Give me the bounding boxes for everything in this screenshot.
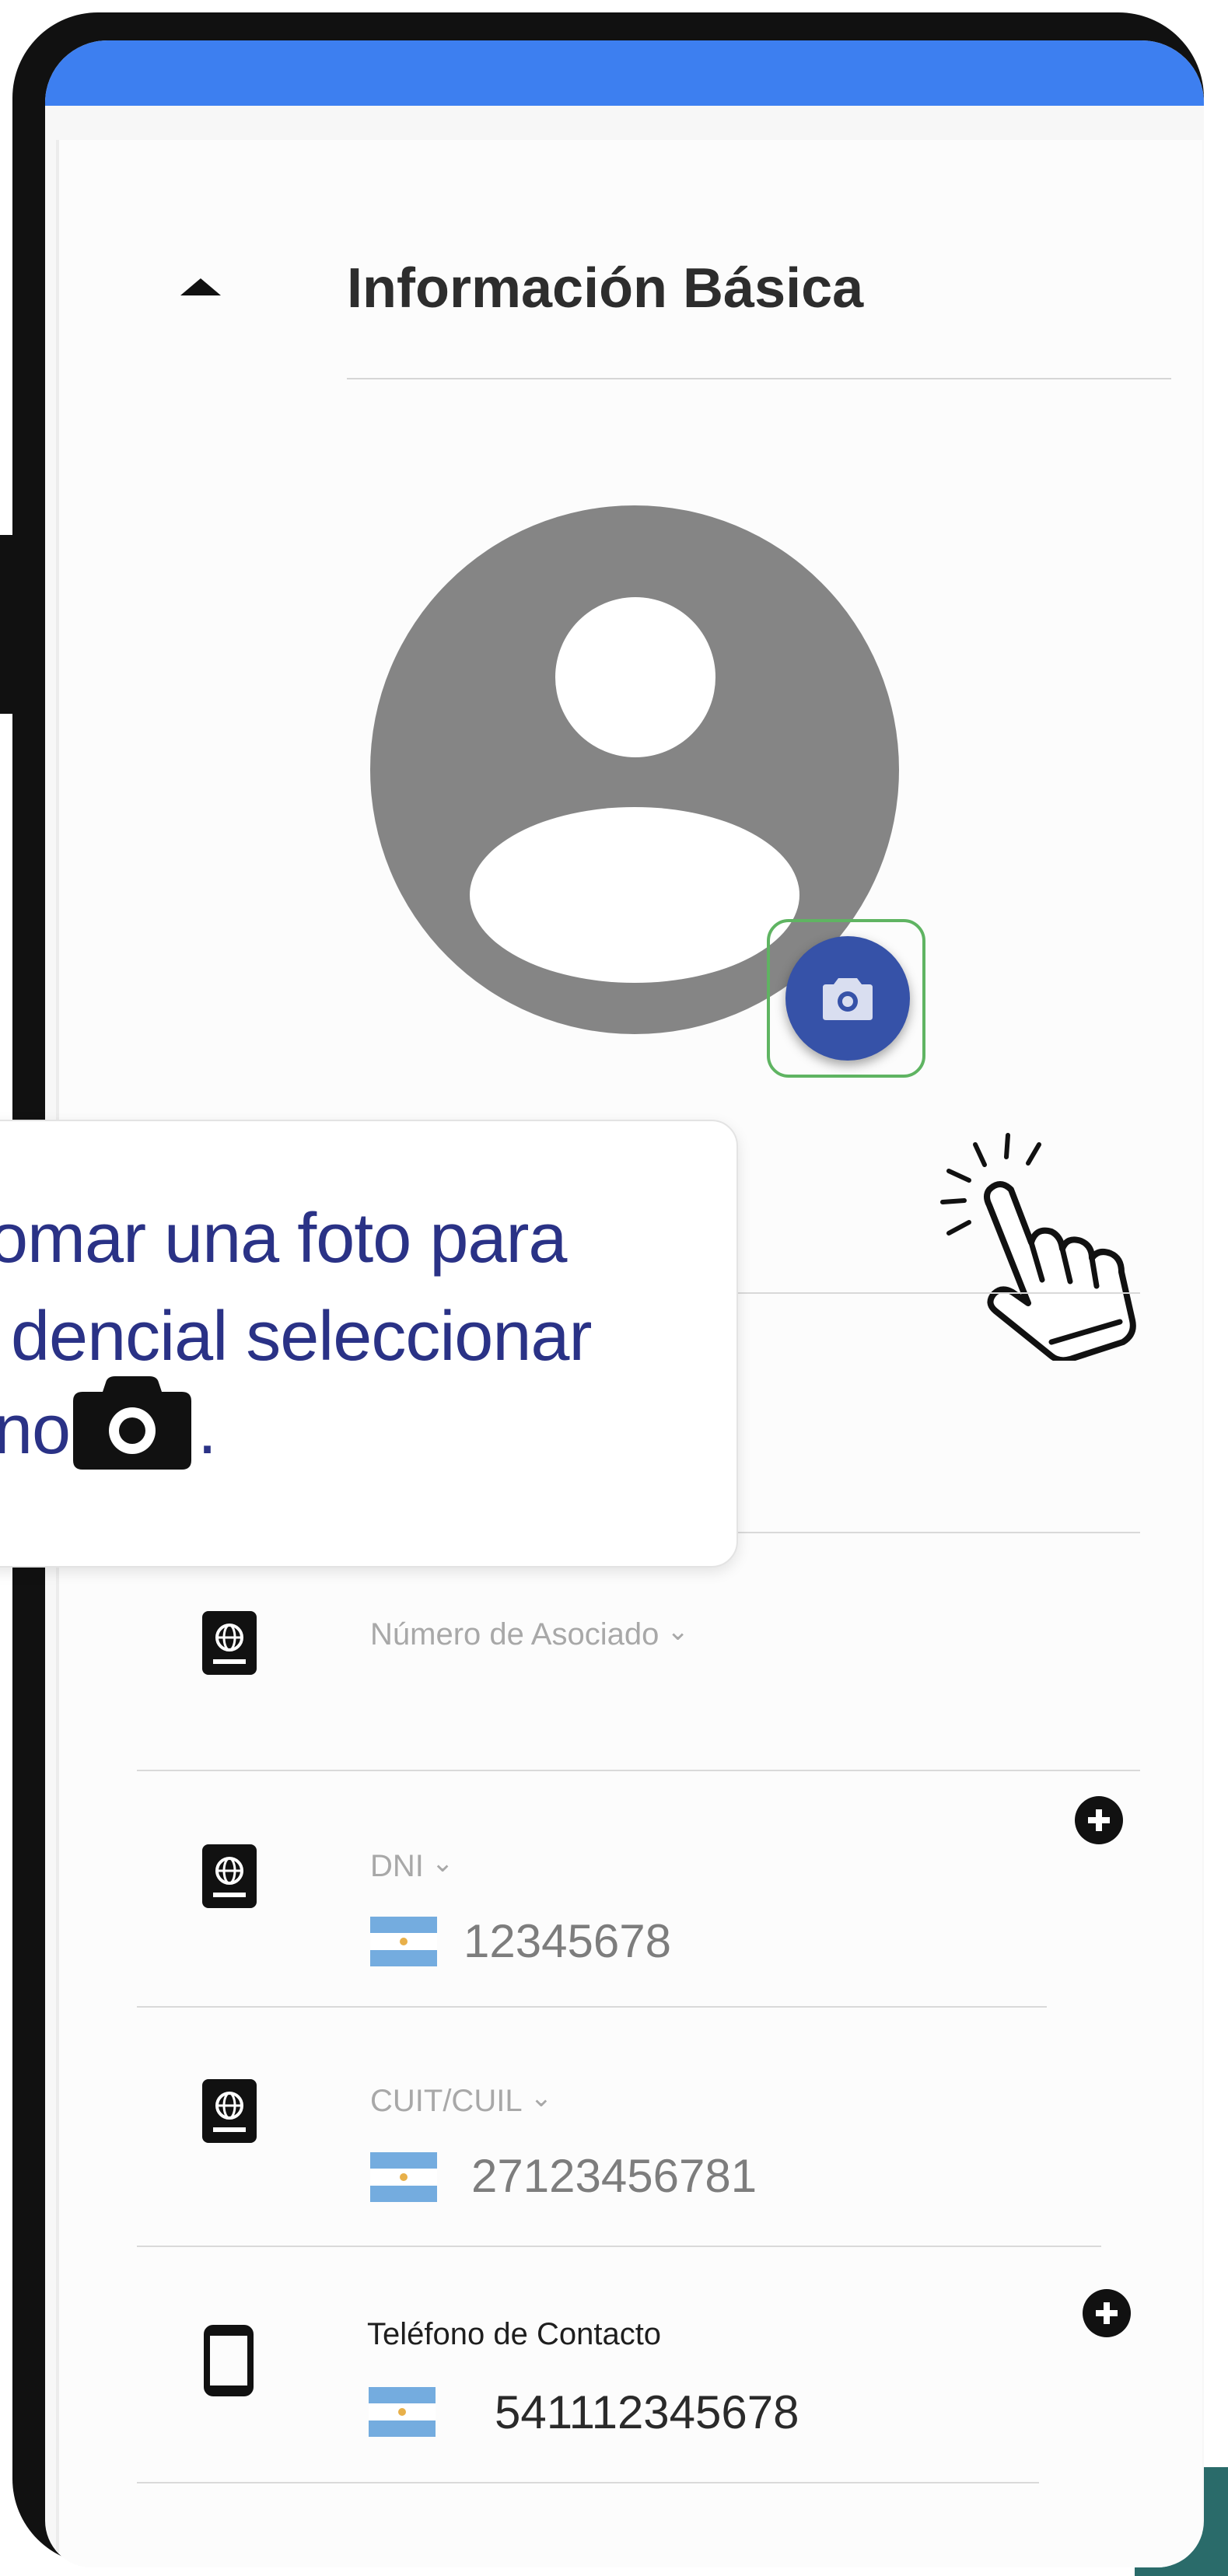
avatar-body (470, 807, 799, 983)
phone-side-button (0, 535, 31, 714)
passport-icon (202, 1611, 257, 1675)
row-divider (137, 2482, 1039, 2483)
passport-icon (202, 2079, 257, 2143)
passport-icon (202, 1844, 257, 1908)
camera-button[interactable] (785, 936, 910, 1061)
phone-icon (204, 2325, 254, 2396)
argentina-flag-icon (369, 2387, 436, 2437)
chevron-down-icon[interactable]: ⌄ (530, 2082, 553, 2113)
phone-value[interactable]: 541112345678 (495, 2386, 799, 2439)
camera-icon (823, 978, 873, 1020)
add-dni-button[interactable] (1075, 1796, 1123, 1844)
section-header[interactable]: Información Básica (59, 140, 1202, 381)
phone-label: Teléfono de Contacto (367, 2317, 662, 2351)
row-divider (137, 2006, 1047, 2008)
cuit-label[interactable]: CUIT/CUIL ⌄ (370, 2082, 553, 2119)
tooltip-line-3-prefix: no (0, 1391, 71, 1469)
argentina-flag-icon (370, 2152, 437, 2202)
associate-number-label[interactable]: Número de Asociado ⌄ (370, 1617, 689, 1652)
dni-label-text: DNI (370, 1849, 424, 1883)
chevron-down-icon[interactable]: ⌄ (666, 1616, 689, 1647)
instruction-tooltip: tomar una foto para dencial seleccionar … (0, 1120, 738, 1568)
hand-pointer-icon (940, 1133, 1136, 1361)
app-top-bar (45, 40, 1204, 106)
dni-value[interactable]: 12345678 (464, 1914, 671, 1968)
header-divider (347, 378, 1171, 379)
associate-number-label-text: Número de Asociado (370, 1617, 659, 1652)
argentina-flag-icon (370, 1917, 437, 1966)
tooltip-line-1: tomar una foto para (0, 1200, 567, 1278)
collapse-arrow-icon[interactable] (180, 278, 221, 295)
add-phone-button[interactable] (1083, 2289, 1131, 2337)
row-divider (137, 1770, 1140, 1771)
camera-icon (73, 1376, 191, 1470)
tooltip-line-3-suffix: . (198, 1391, 217, 1469)
dni-label[interactable]: DNI ⌄ (370, 1847, 454, 1884)
avatar-head (555, 597, 715, 757)
cuit-value[interactable]: 27123456781 (471, 2149, 757, 2203)
cuit-label-text: CUIT/CUIL (370, 2084, 523, 2118)
chevron-down-icon[interactable]: ⌄ (432, 1847, 454, 1879)
section-title: Información Básica (347, 257, 864, 320)
row-divider (137, 2246, 1101, 2247)
tooltip-line-2: dencial seleccionar (11, 1298, 592, 1375)
